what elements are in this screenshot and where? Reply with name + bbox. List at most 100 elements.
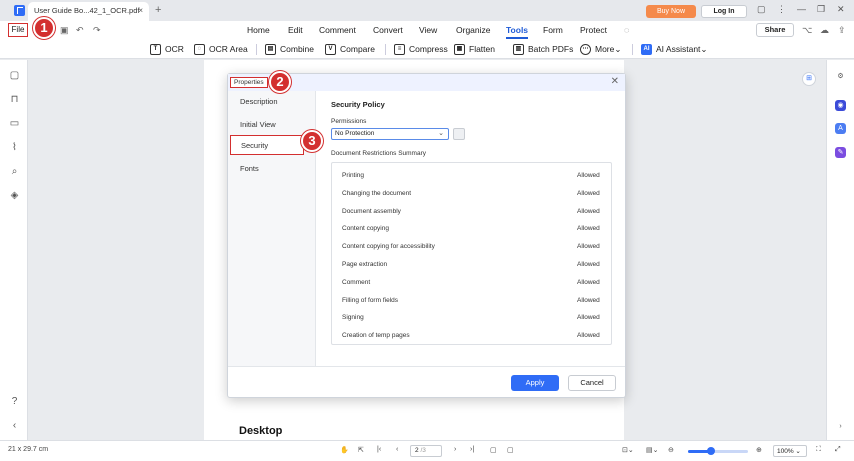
upload-cloud-icon[interactable]: ☁	[820, 25, 829, 36]
zoom-in-icon[interactable]: ⊕	[756, 446, 762, 454]
menu-convert[interactable]: Convert	[373, 25, 403, 35]
nav-security-label: Security	[241, 141, 269, 150]
comments-icon[interactable]: ▭	[9, 118, 20, 129]
page-layout-icon[interactable]: ▤⌄	[646, 446, 658, 454]
chevron-down-icon: ⌄	[700, 43, 708, 54]
more-label: More	[595, 44, 615, 54]
export-icon[interactable]: ⇪	[838, 25, 846, 36]
status-bar: 21 x 29.7 cm ✋ ⇱ |‹ ‹ 2 /3 › ›| ▢ ▢ ⊡⌄ ▤…	[0, 440, 854, 461]
lightbulb-icon[interactable]: ◌	[624, 25, 629, 35]
close-tab-icon[interactable]: ×	[138, 6, 143, 15]
prev-page-icon[interactable]: ‹	[396, 446, 398, 453]
combine-button[interactable]: ▤ Combine	[265, 42, 314, 56]
collapse-left-icon[interactable]: ‹	[9, 420, 20, 431]
search-icon[interactable]: ⌕	[9, 166, 20, 177]
menu-view[interactable]: View	[419, 25, 437, 35]
menu-home[interactable]: Home	[247, 25, 270, 35]
close-window-icon[interactable]: ✕	[837, 4, 845, 15]
minimize-icon[interactable]: —	[797, 4, 806, 14]
chat-icon[interactable]: ▢	[757, 4, 766, 15]
ai-chat-icon[interactable]: ◉	[835, 100, 846, 111]
flatten-button[interactable]: ▦ Flatten	[454, 42, 495, 56]
compare-icon: V	[325, 43, 336, 55]
sitemap-icon[interactable]: ⌥	[802, 25, 812, 36]
collapse-right-icon[interactable]: ›	[835, 421, 846, 432]
batch-pdfs-button[interactable]: ▥ Batch PDFs	[513, 42, 573, 56]
nav-security[interactable]: Security	[230, 135, 304, 155]
edit-assistant-icon[interactable]: ✎	[835, 147, 846, 158]
next-page-icon[interactable]: ›	[454, 446, 456, 453]
ocr-button[interactable]: T OCR	[150, 42, 184, 56]
restriction-status: Allowed	[577, 332, 600, 340]
attachment-icon[interactable]: ⌇	[9, 142, 20, 153]
step-badge-3: 3	[301, 130, 323, 152]
redo-icon[interactable]: ↷	[93, 25, 101, 36]
nav-fonts[interactable]: Fonts	[240, 164, 259, 173]
ocr-suggest-icon[interactable]: ⊞	[802, 72, 816, 86]
tools-toolbar: T OCR ◌ OCR Area ▤ Combine V Compare ≡ Compre…	[0, 39, 854, 59]
page-number-input[interactable]: 2 /3	[410, 445, 442, 457]
chevron-down-icon: ⌄	[614, 43, 622, 54]
compress-button[interactable]: ≡ Compress	[394, 42, 448, 56]
restriction-status: Allowed	[577, 225, 600, 233]
zoom-slider-handle[interactable]	[706, 447, 715, 455]
first-page-icon[interactable]: |‹	[377, 446, 381, 453]
menu-protect[interactable]: Protect	[580, 25, 607, 35]
restriction-row: Creation of temp pages Allowed	[332, 327, 611, 345]
nav-description[interactable]: Description	[240, 97, 278, 106]
help-icon[interactable]: ?	[9, 396, 20, 407]
step-badge-2: 2	[269, 71, 291, 93]
restriction-status: Allowed	[577, 172, 600, 179]
permissions-select[interactable]: No Protection ⌄	[331, 128, 449, 140]
select-tool-icon[interactable]: ⇱	[358, 446, 364, 454]
thumbnails-icon[interactable]: ▢	[9, 70, 20, 81]
hand-tool-icon[interactable]: ✋	[340, 446, 349, 454]
restore-icon[interactable]: ❐	[817, 4, 825, 15]
restriction-row: Changing the document Allowed	[332, 185, 611, 203]
last-page-icon[interactable]: ›|	[470, 446, 474, 453]
translate-icon[interactable]: A	[835, 123, 846, 134]
menu-form[interactable]: Form	[543, 25, 563, 35]
zoom-slider[interactable]	[688, 447, 748, 455]
layers-icon[interactable]: ◈	[9, 190, 20, 201]
new-tab-icon[interactable]: +	[155, 4, 161, 16]
zoom-out-icon[interactable]: ⊖	[668, 446, 674, 454]
restriction-name: Changing the document	[342, 189, 412, 197]
save-icon[interactable]: ▣	[60, 25, 69, 36]
undo-icon[interactable]: ↶	[76, 25, 84, 36]
permissions-value: No Protection	[335, 130, 375, 137]
kebab-menu-icon[interactable]: ⋮	[777, 4, 786, 15]
restriction-row: Filling of form fields Allowed	[332, 292, 611, 310]
more-button[interactable]: ⋯ More ⌄	[580, 42, 622, 56]
more-icon: ⋯	[580, 43, 591, 55]
buy-now-button[interactable]: Buy Now	[646, 5, 696, 18]
fullscreen-icon[interactable]: ⤢	[835, 446, 841, 454]
login-button[interactable]: Log In	[701, 5, 747, 18]
fit-screen-icon[interactable]: ⛶	[816, 446, 821, 454]
two-page-icon[interactable]: ▢	[507, 446, 514, 454]
fit-width-icon[interactable]: ⊡⌄	[622, 446, 634, 454]
apply-button[interactable]: Apply	[511, 375, 559, 391]
compare-button[interactable]: V Compare	[325, 42, 375, 56]
single-page-icon[interactable]: ▢	[490, 446, 497, 454]
bookmark-icon[interactable]: ⊓	[9, 94, 20, 105]
app-logo-icon	[14, 5, 25, 16]
permissions-settings-button[interactable]	[453, 128, 465, 140]
restriction-name: Printing	[342, 172, 365, 179]
combine-icon: ▤	[265, 43, 276, 55]
zoom-select[interactable]: 100% ⌄	[773, 445, 807, 457]
nav-initial-view[interactable]: Initial View	[240, 120, 276, 129]
menu-tools[interactable]: Tools	[506, 25, 529, 39]
properties-panel-icon[interactable]: ⚙	[835, 71, 846, 82]
cancel-button[interactable]: Cancel	[568, 375, 616, 391]
dialog-body: Security Policy Permissions No Protectio…	[331, 91, 613, 366]
menu-organize[interactable]: Organize	[456, 25, 491, 35]
file-menu-button[interactable]: File	[8, 23, 28, 37]
ai-assistant-button[interactable]: AI AI Assistant ⌄	[641, 42, 708, 56]
restriction-row: Signing Allowed	[332, 309, 611, 327]
share-button[interactable]: Share	[756, 23, 794, 37]
ocr-area-button[interactable]: ◌ OCR Area	[194, 42, 248, 56]
menu-edit[interactable]: Edit	[288, 25, 303, 35]
menu-comment[interactable]: Comment	[319, 25, 356, 35]
close-dialog-icon[interactable]: ✕	[611, 76, 619, 87]
